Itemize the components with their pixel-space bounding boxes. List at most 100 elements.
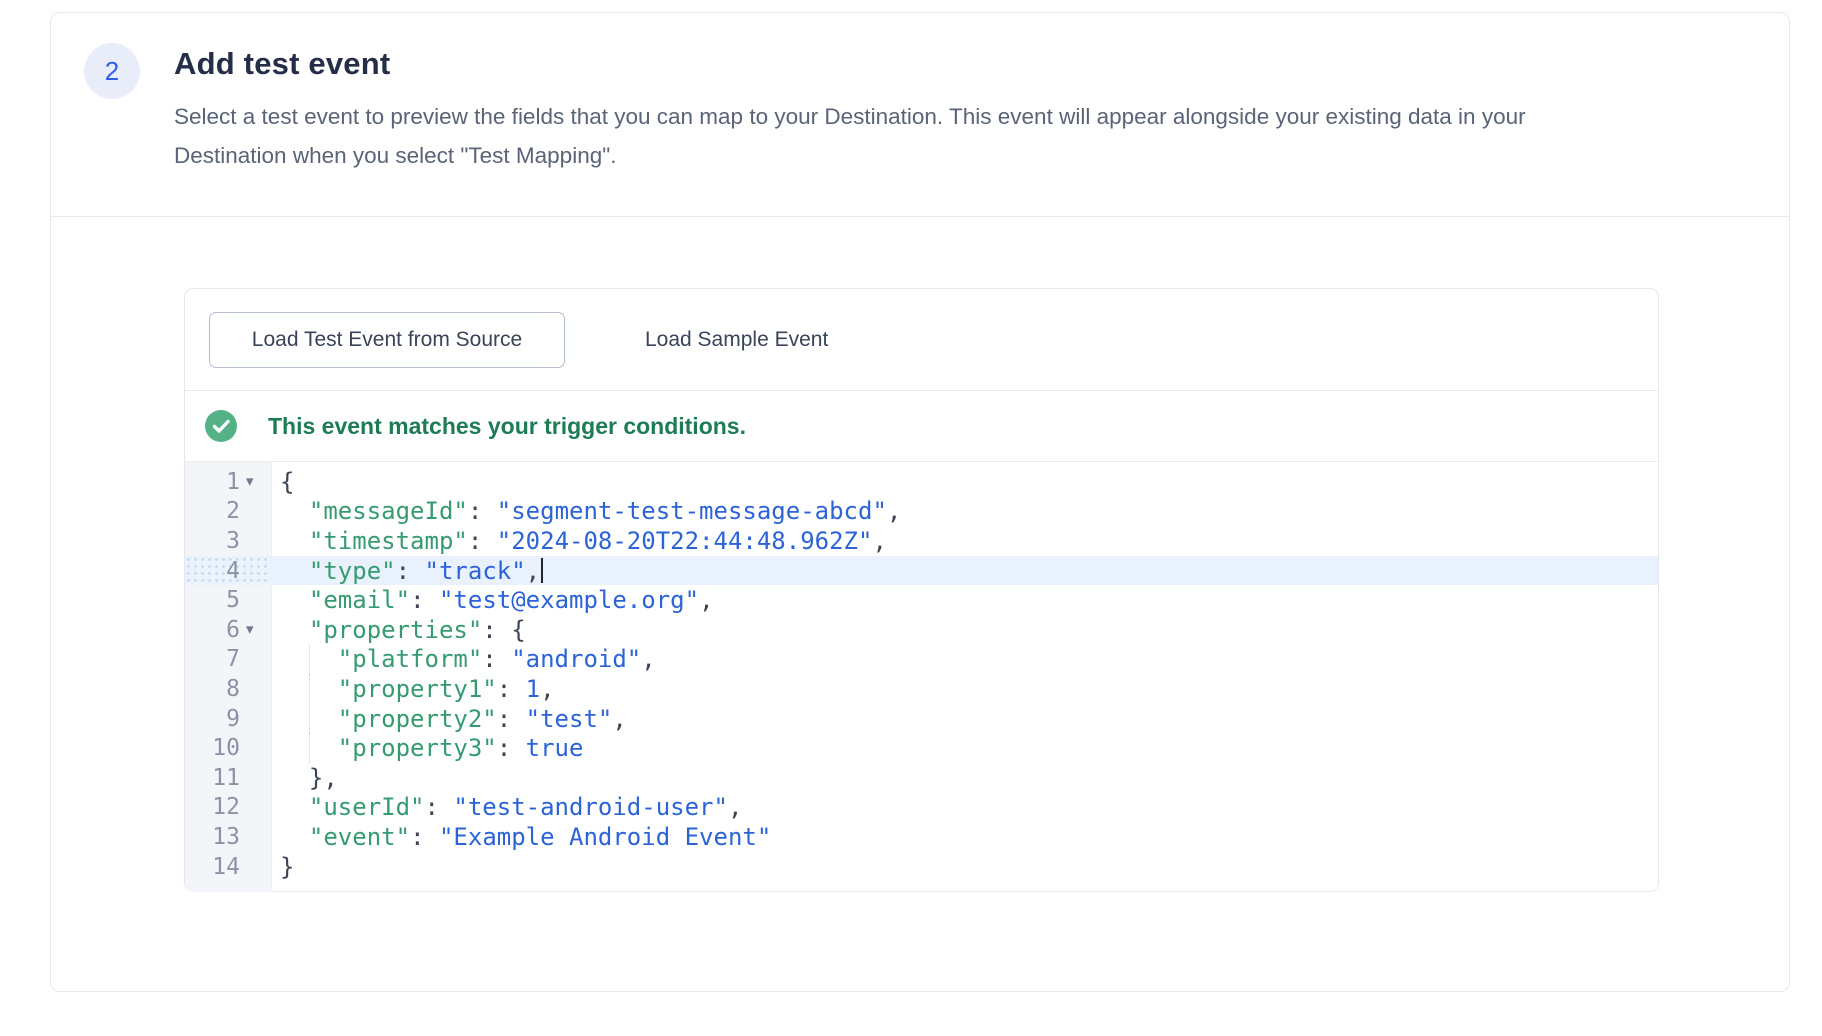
indent-guide: [309, 704, 310, 734]
fold-arrow-icon[interactable]: ▾: [246, 474, 271, 489]
fold-arrow-icon[interactable]: ▾: [246, 622, 271, 637]
editor-line-9: 9 "property2": "test",: [185, 704, 1658, 734]
token-pun: ,: [872, 527, 886, 555]
token-pun: ,: [641, 645, 655, 673]
load-test-event-button[interactable]: Load Test Event from Source: [209, 312, 565, 368]
editor-line-6: 6▾ "properties": {: [185, 615, 1658, 645]
token-key: "property2": [338, 705, 497, 733]
line-number: 14: [185, 854, 246, 880]
editor-code-line[interactable]: "property1": 1,: [272, 674, 1658, 704]
token-pun: }: [280, 853, 294, 881]
line-number: 9: [185, 706, 246, 732]
token-pun: },: [280, 764, 338, 792]
token-pun: :: [396, 557, 425, 585]
step-description: Select a test event to preview the field…: [174, 97, 1526, 175]
editor-gutter: 7: [185, 645, 272, 675]
token-key: "property3": [338, 734, 497, 762]
token-pun: :: [410, 823, 439, 851]
token-pun: ,: [526, 557, 540, 585]
token-pun: :: [497, 734, 526, 762]
editor-line-11: 11 },: [185, 763, 1658, 793]
token-pun: :: [410, 586, 439, 614]
token-pun: :: [425, 793, 454, 821]
token-pun: [280, 793, 309, 821]
editor-gutter: [185, 881, 272, 892]
editor-line-14: 14}: [185, 852, 1658, 882]
json-event-editor[interactable]: 1▾{2 "messageId": "segment-test-message-…: [185, 462, 1658, 892]
step-title: Add test event: [174, 46, 390, 82]
editor-code-line[interactable]: },: [272, 763, 1658, 793]
event-source-toolbar: Load Test Event from Source Load Sample …: [185, 289, 1658, 391]
editor-code-line[interactable]: {: [272, 467, 1658, 497]
token-pun: [280, 557, 309, 585]
token-str: "test": [526, 705, 613, 733]
editor-code-line[interactable]: "timestamp": "2024-08-20T22:44:48.962Z",: [272, 526, 1658, 556]
editor-gutter: 5: [185, 585, 272, 615]
token-key: "platform": [338, 645, 483, 673]
editor-line-8: 8 "property1": 1,: [185, 674, 1658, 704]
indent-guide: [309, 733, 310, 763]
load-sample-event-button[interactable]: Load Sample Event: [611, 312, 862, 368]
editor-line-12: 12 "userId": "test-android-user",: [185, 793, 1658, 823]
editor-code-line[interactable]: "platform": "android",: [272, 645, 1658, 675]
editor-code-line[interactable]: "event": "Example Android Event": [272, 822, 1658, 852]
line-number: 3: [185, 528, 246, 554]
token-pun: [280, 823, 309, 851]
token-bool: true: [526, 734, 584, 762]
token-pun: [280, 497, 309, 525]
editor-code-line[interactable]: "type": "track",: [272, 556, 1658, 586]
token-key: "userId": [309, 793, 425, 821]
token-num: 1: [526, 675, 540, 703]
editor-line-2: 2 "messageId": "segment-test-message-abc…: [185, 497, 1658, 527]
token-str: "Example Android Event": [439, 823, 771, 851]
token-pun: [280, 616, 309, 644]
line-number: 13: [185, 824, 246, 850]
editor-gutter: 10: [185, 733, 272, 763]
editor-line-3: 3 "timestamp": "2024-08-20T22:44:48.962Z…: [185, 526, 1658, 556]
line-number: 1: [185, 469, 246, 495]
token-key: "timestamp": [309, 527, 468, 555]
editor-code-line[interactable]: }: [272, 852, 1658, 882]
editor-code-line[interactable]: "property2": "test",: [272, 704, 1658, 734]
token-pun: ,: [612, 705, 626, 733]
token-pun: [280, 586, 309, 614]
indent-guide: [309, 645, 310, 675]
add-test-event-step-card: 2 Add test event Select a test event to …: [50, 12, 1790, 992]
token-pun: ,: [540, 675, 554, 703]
token-str: "segment-test-message-abcd": [497, 497, 887, 525]
test-event-panel: Load Test Event from Source Load Sample …: [184, 288, 1659, 892]
line-number: 5: [185, 587, 246, 613]
editor-code-line[interactable]: [272, 881, 1658, 892]
line-number: 4: [185, 558, 246, 584]
line-number: 8: [185, 676, 246, 702]
editor-line-5: 5 "email": "test@example.org",: [185, 585, 1658, 615]
token-str: "test@example.org": [439, 586, 699, 614]
editor-gutter: 1▾: [185, 467, 272, 497]
token-str: "track": [425, 557, 526, 585]
editor-code-line[interactable]: "messageId": "segment-test-message-abcd"…: [272, 497, 1658, 527]
text-cursor: [541, 558, 543, 583]
step-description-line-1: Select a test event to preview the field…: [174, 97, 1526, 136]
editor-code-line[interactable]: "userId": "test-android-user",: [272, 793, 1658, 823]
editor-code-line[interactable]: "email": "test@example.org",: [272, 585, 1658, 615]
editor-gutter: 6▾: [185, 615, 272, 645]
editor-gutter: 11: [185, 763, 272, 793]
header-divider: [51, 216, 1789, 217]
indent-guide: [309, 674, 310, 704]
editor-line-7: 7 "platform": "android",: [185, 645, 1658, 675]
token-key: "messageId": [309, 497, 468, 525]
editor-gutter: 9: [185, 704, 272, 734]
editor-gutter: 14: [185, 852, 272, 882]
step-number-badge: 2: [84, 43, 140, 99]
line-number: 7: [185, 646, 246, 672]
editor-gutter: 12: [185, 793, 272, 823]
editor-code-line[interactable]: "property3": true: [272, 733, 1658, 763]
editor-line-10: 10 "property3": true: [185, 733, 1658, 763]
trigger-match-message: This event matches your trigger conditio…: [268, 413, 746, 440]
trigger-match-status: This event matches your trigger conditio…: [185, 391, 1658, 462]
token-pun: ,: [728, 793, 742, 821]
editor-code-line[interactable]: "properties": {: [272, 615, 1658, 645]
editor-gutter: 3: [185, 526, 272, 556]
token-pun: :: [468, 527, 497, 555]
token-pun: :: [497, 675, 526, 703]
